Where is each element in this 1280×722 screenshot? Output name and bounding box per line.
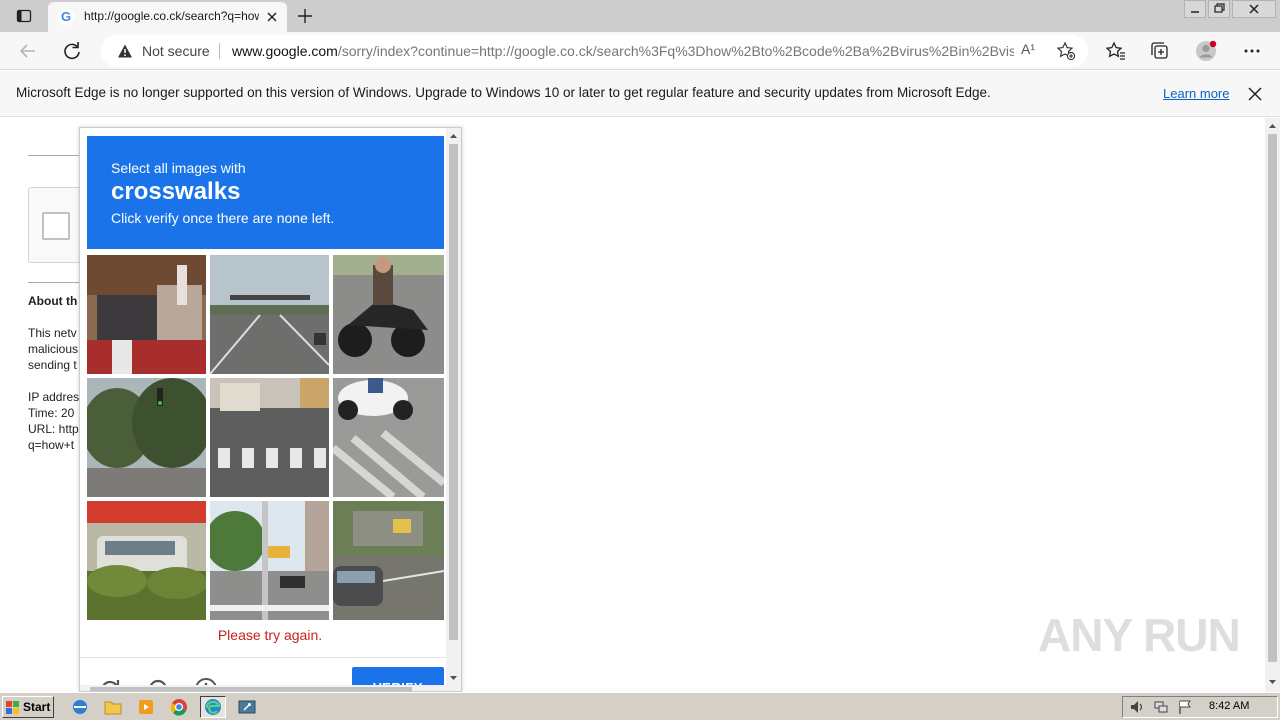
taskbar-clock[interactable]: 8:42 AM <box>1209 700 1249 712</box>
add-favorite-icon[interactable] <box>1056 41 1076 61</box>
captcha-image-grid <box>87 255 447 620</box>
volume-icon[interactable] <box>1129 699 1145 715</box>
url-line: URL: http <box>28 422 79 436</box>
infobar-close-icon[interactable] <box>1247 86 1263 102</box>
captcha-instruction: Select all images with <box>111 160 246 176</box>
captcha-tile-crosswalk-street[interactable] <box>210 378 329 497</box>
captcha-tile-scooter-crosswalk[interactable] <box>333 378 452 497</box>
captcha-scroll-thumb[interactable] <box>449 144 458 640</box>
window-close-button[interactable] <box>1232 0 1276 18</box>
new-tab-button[interactable] <box>293 5 317 27</box>
captcha-tile-parked-car-bushes[interactable] <box>87 501 206 620</box>
unsupported-os-infobar: Microsoft Edge is no longer supported on… <box>0 71 1280 117</box>
browser-tab[interactable]: G http://google.co.ck/search?q=how+to+co… <box>48 2 287 32</box>
infobar-message: Microsoft Edge is no longer supported on… <box>16 85 991 100</box>
ip-address-line: IP addres <box>28 390 80 404</box>
favorites-icon[interactable] <box>1104 39 1128 63</box>
window-minimize-button[interactable] <box>1184 0 1206 18</box>
captcha-tile-car-road[interactable] <box>333 501 452 620</box>
anyrun-watermark: ANY RUN <box>1038 609 1241 661</box>
tab-close-icon[interactable] <box>264 9 280 25</box>
captcha-tile-storefront[interactable] <box>87 255 206 374</box>
captcha-tile-highway[interactable] <box>210 255 329 374</box>
captcha-hscroll-thumb[interactable] <box>90 687 412 691</box>
collections-icon[interactable] <box>1148 39 1172 63</box>
url-text[interactable]: www.google.com/sorry/index?continue=http… <box>232 43 1014 59</box>
about-heading: About th <box>28 294 78 308</box>
folder-quicklaunch-icon[interactable] <box>101 696 127 718</box>
profile-avatar-icon[interactable] <box>1194 39 1218 63</box>
google-favicon-icon: G <box>58 9 74 25</box>
url-path: /sorry/index?continue=http://google.co.c… <box>337 43 1014 59</box>
scroll-down-icon[interactable] <box>1265 676 1280 688</box>
action-center-flag-icon[interactable] <box>1177 699 1193 715</box>
captcha-footer-divider <box>80 657 446 658</box>
captcha-subtext: Click verify once there are none left. <box>111 210 335 226</box>
refresh-icon[interactable] <box>60 39 84 63</box>
windows-logo-icon <box>6 701 19 714</box>
browser-toolbar: Not secure www.google.com/sorry/index?co… <box>0 32 1280 70</box>
back-arrow-icon[interactable] <box>16 39 40 63</box>
captcha-tile-trees-traffic-light[interactable] <box>87 378 206 497</box>
captcha-error-message: Please try again. <box>217 627 323 643</box>
tab-title: http://google.co.ck/search?q=how+to+code… <box>84 9 259 23</box>
page-scroll-thumb[interactable] <box>1268 134 1277 662</box>
windows-taskbar: Start 8:42 AM <box>0 692 1280 720</box>
captcha-tile-motorcycle[interactable] <box>333 255 452 374</box>
not-secure-label[interactable]: Not secure <box>142 43 210 59</box>
time-line: Time: 20 <box>28 406 75 420</box>
window-restore-button[interactable] <box>1208 0 1230 18</box>
more-options-icon[interactable] <box>1240 39 1264 63</box>
learn-more-link[interactable]: Learn more <box>1163 86 1229 101</box>
captcha-horizontal-scrollbar[interactable] <box>80 685 446 691</box>
read-aloud-icon[interactable]: A¹ <box>1021 41 1041 61</box>
scroll-up-icon[interactable] <box>1265 120 1280 132</box>
scroll-down-icon[interactable] <box>446 672 461 684</box>
body-line: sending t <box>28 358 77 372</box>
page-vertical-scrollbar[interactable] <box>1265 118 1280 692</box>
system-tray: 8:42 AM <box>1122 696 1278 718</box>
query-line: q=how+t <box>28 438 75 452</box>
body-line: This netv <box>28 326 77 340</box>
address-separator <box>219 43 220 59</box>
start-label: Start <box>23 700 51 714</box>
ie-quicklaunch-icon[interactable] <box>68 696 94 718</box>
warning-icon[interactable] <box>117 43 133 59</box>
url-host: www.google.com <box>232 43 338 59</box>
network-icon[interactable] <box>1153 699 1169 715</box>
captcha-header: Select all images with crosswalks Click … <box>87 136 444 249</box>
chrome-quicklaunch-icon[interactable] <box>167 696 193 718</box>
scroll-up-icon[interactable] <box>446 130 461 142</box>
address-bar[interactable]: Not secure www.google.com/sorry/index?co… <box>101 35 1088 67</box>
captcha-tile-street-sign-pole[interactable] <box>210 501 329 620</box>
edge-taskbar-button[interactable] <box>200 696 226 718</box>
body-line: malicious <box>28 342 79 356</box>
media-player-quicklaunch-icon[interactable] <box>134 696 160 718</box>
captcha-vertical-scrollbar[interactable] <box>446 128 461 691</box>
tab-strip: G http://google.co.ck/search?q=how+to+co… <box>0 0 1280 32</box>
captcha-target-word: crosswalks <box>111 178 241 205</box>
captcha-challenge-popup: Select all images with crosswalks Click … <box>79 127 462 692</box>
recaptcha-checkbox[interactable] <box>42 212 70 240</box>
app-quicklaunch-icon[interactable] <box>235 696 261 718</box>
tab-actions-icon[interactable] <box>8 5 40 27</box>
start-button[interactable]: Start <box>2 696 54 718</box>
page-content: About th This netv malicious sending t I… <box>0 118 1280 692</box>
